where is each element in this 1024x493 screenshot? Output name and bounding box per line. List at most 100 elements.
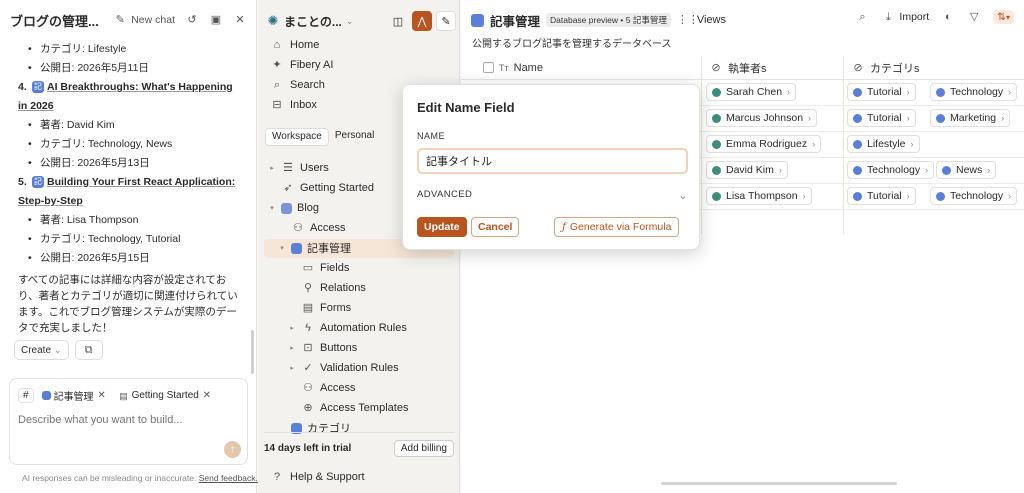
remove-tag-icon[interactable]: ✕ (97, 389, 107, 403)
sidebar-item-search[interactable]: ⌕ Search (270, 76, 325, 94)
expand-caret-icon[interactable]: ▸ (288, 344, 296, 352)
post-link[interactable]: Building Your First React Application: S… (18, 176, 235, 207)
context-tags: # 記事管理 ✕ ▤ Getting Started ✕ (18, 387, 216, 404)
search-icon[interactable]: ⌕ (855, 10, 869, 24)
sidebar-item-home[interactable]: ⌂ Home (270, 36, 320, 54)
ai-chat-panel: ブログの管理... ✎ New chat ↺ ▣ ✕ カテゴリ: Lifesty… (0, 0, 258, 493)
expand-caret-icon[interactable]: ▾ (278, 244, 286, 252)
entity-badge-icon: 記 (32, 81, 44, 94)
author-chip[interactable]: Marcus Johnson › (706, 109, 818, 127)
post-link[interactable]: AI Breakthroughs: What's Happening in 20… (18, 81, 233, 112)
category-chip[interactable]: Tutorial › (847, 109, 916, 127)
update-button[interactable]: Update (417, 217, 467, 237)
category-entity-icon (853, 113, 862, 123)
arrow-up-icon: ↑ (230, 444, 235, 455)
help-support-item[interactable]: ? Help & Support (270, 468, 365, 486)
category-chip[interactable]: News › (936, 161, 997, 179)
sidebar-tree-item[interactable]: ▭ Fields (288, 259, 350, 277)
field-name-input[interactable] (417, 148, 688, 174)
sidebar-item-label: Inbox (290, 99, 317, 111)
hash-tag-button[interactable]: # (18, 388, 34, 403)
cancel-button[interactable]: Cancel (471, 217, 520, 237)
sidebar-toggle-button[interactable]: ◫ (388, 11, 408, 31)
views-button[interactable]: Views (697, 14, 726, 26)
generate-formula-label: Generate via Formula (569, 221, 672, 233)
sidebar-tree-item[interactable]: ▸ ⊡ Buttons (288, 339, 357, 357)
chevron-down-icon: ⌄ (54, 344, 62, 355)
history-button[interactable]: ↺ (185, 13, 199, 27)
sidebar-tree-label: Access (320, 382, 356, 394)
list-item: 公開日: 2026年5月15日 (18, 249, 240, 268)
rocket-icon: ➶ (283, 182, 293, 194)
category-chip[interactable]: Marketing › (930, 109, 1011, 127)
author-chip[interactable]: Emma Rodriguez › (706, 135, 822, 153)
new-entity-button[interactable]: ✎ (436, 11, 456, 31)
add-billing-button[interactable]: Add billing (393, 440, 454, 457)
import-button[interactable]: ⤓ Import (881, 10, 929, 24)
category-chip[interactable]: Lifestyle › (847, 135, 920, 153)
sidebar-tree-item[interactable]: ▾ 記事管理 (278, 239, 351, 257)
sidebar-tree-item[interactable]: ➶ Getting Started (268, 179, 374, 197)
sidebar-tree-item[interactable]: ▸ ϟ Automation Rules (288, 319, 407, 337)
column-header-name[interactable]: Tт Name (461, 56, 701, 80)
chat-scrollbar[interactable] (251, 330, 254, 374)
ai-button[interactable]: ⋀ (412, 11, 432, 31)
send-button[interactable]: ↑ (224, 441, 241, 458)
formula-icon: ƒ (562, 221, 566, 233)
page-title[interactable]: 記事管理 (490, 11, 540, 30)
filter-icon[interactable]: ▽ (967, 10, 981, 24)
sort-button[interactable]: ⇅▾ (993, 10, 1014, 24)
expand-caret-icon[interactable]: ▸ (288, 324, 296, 332)
select-all-checkbox[interactable] (483, 62, 494, 73)
category-chip[interactable]: Technology › (930, 187, 1018, 205)
workspace-switcher[interactable]: ✺ まことの... ⌄ ◫ ⋀ ✎ (266, 10, 456, 32)
sidebar-tree-item[interactable]: ▤ Forms (288, 299, 351, 317)
tab-personal[interactable]: Personal (329, 128, 380, 146)
database-icon (471, 13, 484, 27)
category-name: Marketing (950, 112, 997, 124)
new-chat-button[interactable]: ✎ New chat (113, 13, 175, 27)
category-chip[interactable]: Technology › (847, 161, 935, 179)
chat-input[interactable] (18, 414, 218, 426)
sidebar-tree-item[interactable]: ⚇ Access (288, 379, 355, 397)
context-tag-label: 記事管理 (53, 392, 94, 403)
sidebar-tree-item[interactable]: ⊕ Access Templates (288, 399, 408, 417)
import-icon: ⤓ (885, 11, 891, 23)
help-support-label: Help & Support (290, 471, 365, 483)
send-feedback-link[interactable]: Send feedback. (199, 473, 258, 483)
sidebar-tree-item[interactable]: ⚇ Access (278, 219, 345, 237)
category-name: Technology (867, 164, 921, 176)
author-chip[interactable]: David Kim › (706, 161, 788, 179)
people-icon: ⚇ (293, 222, 303, 234)
context-tag-label: Getting Started (131, 390, 199, 401)
category-chip[interactable]: Technology › (930, 83, 1018, 101)
sidebar-tree-item[interactable]: ▾ Blog (268, 199, 319, 217)
generate-formula-button[interactable]: ƒ Generate via Formula (554, 217, 680, 237)
expand-caret-icon[interactable]: ▾ (268, 204, 276, 212)
expand-caret-icon[interactable]: ▸ (288, 364, 296, 372)
close-chat-button[interactable]: ✕ (233, 13, 247, 27)
list-item-text: 公開日: 2026年5月15日 (40, 252, 150, 264)
author-entity-icon (712, 139, 721, 149)
column-header-categories[interactable]: ⊘ カテゴリs (843, 56, 1024, 80)
advanced-section-toggle[interactable]: ADVANCED ⌄ (417, 189, 688, 202)
sidebar-tree-item[interactable]: ▸ ✓ Validation Rules (288, 359, 398, 377)
tab-workspace[interactable]: Workspace (265, 128, 329, 146)
author-chip[interactable]: Sarah Chen › (706, 83, 797, 101)
remove-tag-icon[interactable]: ✕ (202, 389, 212, 403)
sidebar-tree-item[interactable]: ▸ ☰ Users (268, 159, 329, 177)
copy-button[interactable]: ⧉ (74, 340, 103, 360)
category-name: Tutorial (867, 86, 902, 98)
author-chip[interactable]: Lisa Thompson › (706, 187, 812, 205)
dock-button[interactable]: ▣ (209, 13, 223, 27)
sidebar-tree-item[interactable]: ⚲ Relations (288, 279, 366, 297)
category-chip[interactable]: Tutorial › (847, 187, 916, 205)
toggle-icon[interactable]: ◐ (941, 10, 955, 24)
horizontal-scrollbar[interactable] (661, 482, 897, 485)
sidebar-item-inbox[interactable]: ⊟ Inbox (270, 96, 317, 114)
expand-caret-icon[interactable]: ▸ (268, 164, 276, 172)
sidebar-item-fibery-ai[interactable]: ✦ Fibery AI (270, 56, 333, 74)
create-button[interactable]: Create ⌄ (14, 340, 69, 360)
column-header-authors[interactable]: ⊘ 執筆者s (701, 56, 843, 80)
category-chip[interactable]: Tutorial › (847, 83, 916, 101)
